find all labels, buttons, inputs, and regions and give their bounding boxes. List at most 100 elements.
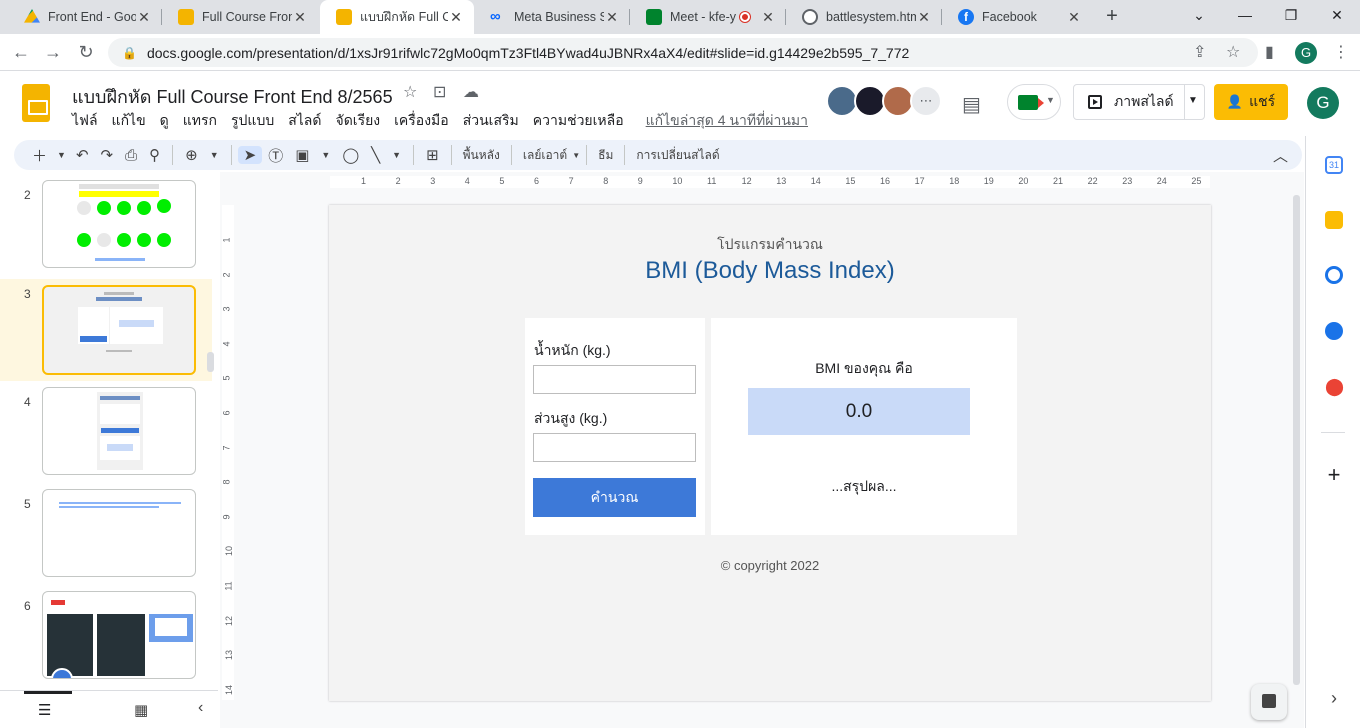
close-tab-icon[interactable]: ✕ xyxy=(292,9,308,26)
browser-tab[interactable]: f Facebook ✕ xyxy=(942,0,1092,34)
paint-format-icon[interactable]: ⚲ xyxy=(143,146,166,164)
canvas-scrollbar[interactable] xyxy=(1293,195,1300,685)
browser-tab[interactable]: battlesystem.htm ✕ xyxy=(786,0,942,34)
zoom-chevron-icon[interactable]: ▼ xyxy=(204,150,225,160)
browser-tab[interactable]: ∞ Meta Business Su ✕ xyxy=(474,0,630,34)
close-tab-icon[interactable]: ✕ xyxy=(604,9,620,26)
slides-logo-icon[interactable] xyxy=(22,84,50,122)
contacts-icon[interactable] xyxy=(1325,322,1343,340)
menu-help[interactable]: ความช่วยเหลือ xyxy=(533,110,624,132)
maps-icon[interactable]: ⬤ xyxy=(1325,378,1344,396)
back-icon[interactable]: ← xyxy=(10,42,32,64)
menu-file[interactable]: ไฟล์ xyxy=(72,110,98,132)
weight-input[interactable] xyxy=(533,365,696,394)
close-tab-icon[interactable]: ✕ xyxy=(136,9,152,26)
close-tab-icon[interactable]: ✕ xyxy=(1066,9,1082,26)
line-chevron-icon[interactable]: ▼ xyxy=(386,150,407,160)
menu-edit[interactable]: แก้ไข xyxy=(112,110,146,132)
chrome-menu-icon[interactable]: ⋮ xyxy=(1333,42,1349,62)
present-button[interactable]: ภาพสไลด์ ▼ xyxy=(1073,84,1205,120)
comments-icon[interactable]: ▤ xyxy=(962,92,981,117)
slide-thumbnail[interactable]: 4 xyxy=(0,387,212,487)
theme-button[interactable]: ธีม xyxy=(593,146,618,165)
browser-tab[interactable]: Front End - Goog ✕ xyxy=(8,0,162,34)
horizontal-ruler[interactable]: 1 2 3 4 5 6 7 8 9 10 11 12 13 14 15 16 17 18 19 20 21 22 23 24 2… xyxy=(330,176,1210,188)
grid-view-icon[interactable]: ▦ xyxy=(134,701,148,719)
new-slide-layout-chevron-icon[interactable]: ▼ xyxy=(53,150,70,160)
show-side-panel-icon[interactable]: › xyxy=(1325,689,1343,707)
input-panel[interactable]: น้ำหนัก (kg.) ส่วนสูง (kg.) คำนวณ xyxy=(525,318,705,535)
menu-insert[interactable]: แทรก xyxy=(183,110,217,132)
new-slide-icon[interactable]: ＋ xyxy=(26,145,53,166)
close-tab-icon[interactable]: ✕ xyxy=(916,9,932,26)
keep-icon[interactable] xyxy=(1325,211,1343,229)
explore-icon[interactable] xyxy=(1251,684,1287,720)
lock-icon[interactable]: 🔒 xyxy=(122,46,137,60)
menu-slide[interactable]: สไลด์ xyxy=(288,110,321,132)
side-panel-icon[interactable]: ▮ xyxy=(1265,42,1274,62)
new-tab-button[interactable]: + xyxy=(1100,5,1124,29)
transition-button[interactable]: การเปลี่ยนสไลด์ xyxy=(631,146,724,165)
slide-thumbnail[interactable]: 6 xyxy=(0,591,212,690)
add-comment-icon[interactable]: ⊞ xyxy=(420,146,445,164)
image-chevron-icon[interactable]: ▼ xyxy=(315,150,336,160)
undo-icon[interactable]: ↶ xyxy=(70,146,95,164)
tab-search-icon[interactable]: ⌄ xyxy=(1176,0,1222,30)
tasks-icon[interactable] xyxy=(1325,266,1343,284)
line-icon[interactable]: ╲ xyxy=(365,146,386,164)
slide-thumbnail[interactable]: 5 xyxy=(0,489,212,589)
layout-button[interactable]: เลย์เอาต์ xyxy=(518,146,572,165)
bmi-summary[interactable]: ...สรุปผล... xyxy=(711,476,1017,498)
reload-icon[interactable]: ↻ xyxy=(75,42,97,64)
meet-button[interactable]: ▼ xyxy=(1007,84,1061,120)
last-edit-link[interactable]: แก้ไขล่าสุด 4 นาทีที่ผ่านมา xyxy=(646,110,808,132)
select-cursor-icon[interactable]: ➤ xyxy=(237,146,263,164)
move-folder-icon[interactable]: ⊡ xyxy=(433,82,446,102)
slide-subtitle[interactable]: โปรแกรมคำนวณ xyxy=(329,234,1211,256)
filmstrip-scrollbar[interactable] xyxy=(207,352,214,372)
browser-tab[interactable]: Full Course Front ✕ xyxy=(162,0,318,34)
close-tab-icon[interactable]: ✕ xyxy=(448,9,464,26)
profile-avatar[interactable]: G xyxy=(1295,42,1317,64)
background-button[interactable]: พื้นหลัง xyxy=(458,146,505,165)
height-label[interactable]: ส่วนสูง (kg.) xyxy=(534,408,607,430)
present-options-chevron-icon[interactable]: ▼ xyxy=(1188,95,1198,106)
menu-format[interactable]: รูปแบบ xyxy=(231,110,274,132)
url-field[interactable]: 🔒 docs.google.com/presentation/d/1xsJr91… xyxy=(108,38,1258,67)
get-addons-icon[interactable]: + xyxy=(1325,464,1343,486)
menu-addons[interactable]: ส่วนเสริม xyxy=(463,110,519,132)
doc-title[interactable]: แบบฝึกหัด Full Course Front End 8/2565 xyxy=(72,82,393,111)
menu-view[interactable]: ดู xyxy=(160,110,169,132)
height-input[interactable] xyxy=(533,433,696,462)
text-box-icon[interactable]: Ⓣ xyxy=(262,145,289,166)
close-window-button[interactable]: ✕ xyxy=(1314,0,1360,30)
cloud-saved-icon[interactable]: ☁ xyxy=(463,82,479,102)
calculate-button[interactable]: คำนวณ xyxy=(533,478,696,517)
share-button[interactable]: 👤 แชร์ xyxy=(1214,84,1288,120)
redo-icon[interactable]: ↷ xyxy=(95,146,120,164)
result-panel[interactable]: BMI ของคุณ คือ 0.0 ...สรุปผล... xyxy=(711,318,1017,535)
shape-icon[interactable]: ◯ xyxy=(336,146,365,164)
vertical-ruler[interactable]: 1 2 3 4 5 6 7 8 9 10 11 12 13 14 xyxy=(222,205,234,700)
collapse-filmstrip-icon[interactable]: ‹ xyxy=(198,699,203,717)
slide[interactable]: โปรแกรมคำนวณ BMI (Body Mass Index) น้ำหน… xyxy=(329,205,1211,701)
collapse-toolbar-icon[interactable]: ︿ xyxy=(1267,145,1294,166)
bookmark-star-icon[interactable]: ☆ xyxy=(1226,42,1240,62)
slide-thumbnail[interactable]: 2 xyxy=(0,180,212,276)
layout-chevron-icon[interactable]: ▼ xyxy=(572,151,580,160)
star-icon[interactable]: ☆ xyxy=(403,82,417,102)
slide-title[interactable]: BMI (Body Mass Index) xyxy=(329,257,1211,285)
more-collaborators-icon[interactable]: ⋯ xyxy=(910,85,942,117)
list-view-icon[interactable]: ☰ xyxy=(38,701,51,719)
restore-button[interactable]: ❐ xyxy=(1268,0,1314,30)
forward-icon[interactable]: → xyxy=(42,42,64,64)
print-icon[interactable]: ⎙ xyxy=(119,147,143,164)
calendar-icon[interactable]: 31 xyxy=(1325,156,1343,174)
bmi-result-label[interactable]: BMI ของคุณ คือ xyxy=(711,358,1017,380)
minimize-button[interactable]: — xyxy=(1222,0,1268,30)
account-avatar[interactable]: G xyxy=(1307,87,1339,119)
close-tab-icon[interactable]: ✕ xyxy=(760,9,776,26)
copyright-text[interactable]: © copyright 2022 xyxy=(329,558,1211,573)
bmi-result-value[interactable]: 0.0 xyxy=(748,388,970,435)
menu-arrange[interactable]: จัดเรียง xyxy=(335,110,380,132)
